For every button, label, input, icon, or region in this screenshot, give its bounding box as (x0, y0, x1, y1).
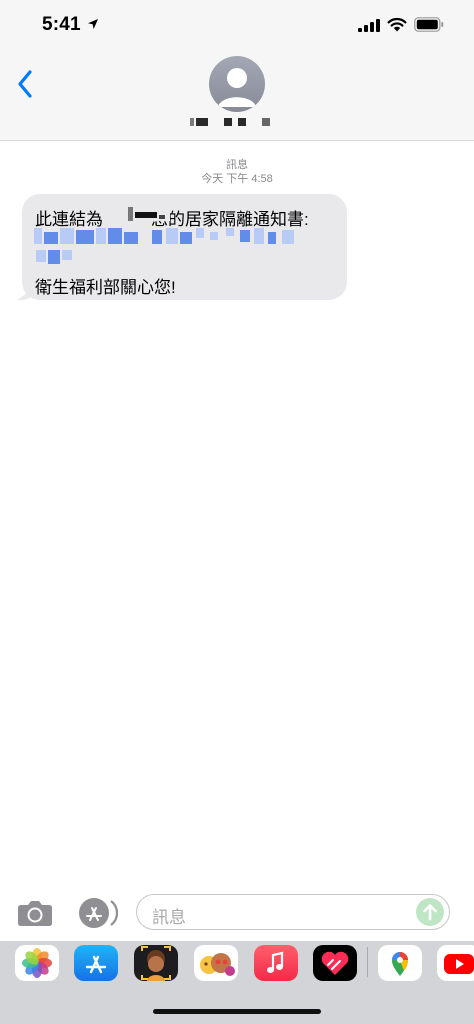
message-text-part: 您的居家隔離通知書: (151, 210, 309, 229)
memoji-app-icon[interactable] (134, 945, 178, 981)
redacted-name (126, 207, 170, 221)
imessage-app-drawer (0, 941, 474, 1024)
received-message-bubble[interactable]: 此連結為 您的居家隔離通知書: 衛生福利部關心您! (22, 194, 347, 300)
message-text-line: 此連結為 您的居家隔離通知書: (35, 205, 309, 230)
wifi-icon (387, 17, 407, 32)
music-app-icon[interactable] (254, 945, 298, 981)
message-timestamp: 今天 下午 4:58 (201, 173, 273, 185)
app-store-icon[interactable] (78, 897, 118, 929)
digital-touch-app-icon[interactable] (313, 945, 357, 981)
message-text-line: 衛生福利部關心您! (35, 278, 176, 297)
person-placeholder-icon (218, 68, 256, 107)
battery-icon (414, 17, 444, 32)
message-text-part: 此連結為 (35, 210, 103, 229)
message-placeholder: 訊息 (152, 908, 186, 927)
drawer-divider (367, 947, 368, 977)
cellular-signal-icon (358, 19, 380, 32)
youtube-app-icon[interactable] (437, 945, 474, 981)
back-chevron-icon[interactable] (14, 68, 38, 100)
google-maps-app-icon[interactable] (378, 945, 422, 981)
conversation-header (0, 48, 474, 141)
redacted-link[interactable] (34, 228, 324, 266)
animoji-app-icon[interactable] (194, 945, 238, 981)
app-store-app-icon[interactable] (74, 945, 118, 981)
status-time: 5:41 (42, 14, 81, 35)
message-input[interactable]: 訊息 (136, 894, 450, 930)
send-button[interactable] (416, 898, 444, 926)
message-thread[interactable]: 訊息 今天 下午 4:58 此連結為 您的居家隔離通知書: 衛生福利部關心您! (0, 141, 474, 883)
message-input-bar: 訊息 (0, 883, 474, 941)
status-bar: 5:41 (0, 0, 474, 48)
home-indicator (153, 1009, 321, 1014)
contact-name-redacted[interactable] (186, 118, 286, 130)
camera-icon[interactable] (17, 899, 53, 927)
contact-avatar[interactable] (209, 56, 265, 112)
location-arrow-icon (88, 19, 98, 29)
photos-app-icon[interactable] (15, 945, 59, 981)
send-arrow-icon (423, 904, 437, 921)
